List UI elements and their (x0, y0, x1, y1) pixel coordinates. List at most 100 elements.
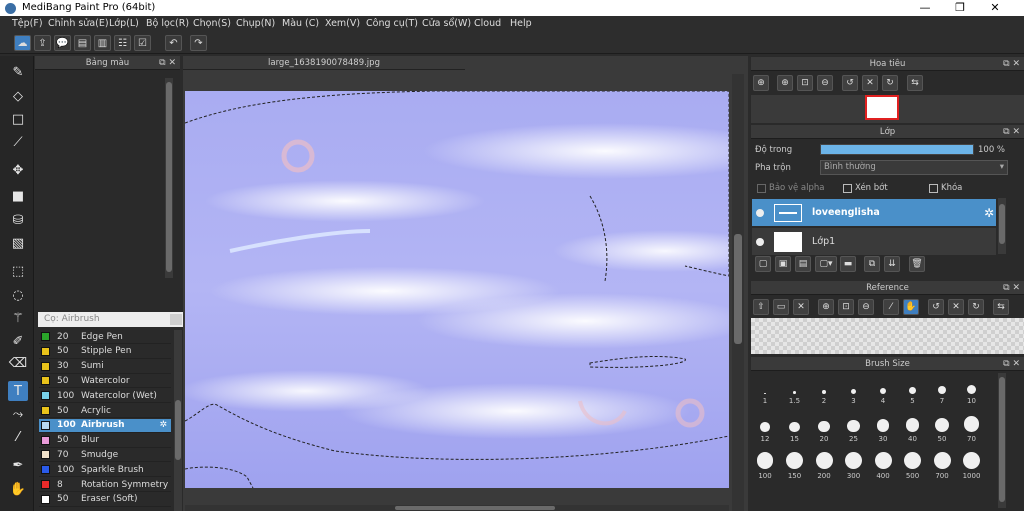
lock-checkbox[interactable] (929, 184, 938, 193)
zoom-in-icon[interactable]: ⊕ (777, 75, 793, 91)
layer-panel-controls-icon[interactable]: ⧉ ✕ (1003, 125, 1020, 139)
operation-tool-icon[interactable]: ⤳ (8, 404, 28, 424)
brush-item[interactable]: 100 Sparkle Brush (39, 463, 171, 478)
eyedropper-icon[interactable]: ⁄ (8, 427, 28, 447)
brush-size-scrollbar[interactable] (998, 373, 1006, 508)
menu-select[interactable]: Chọn(S) (193, 18, 231, 29)
brush-size-option[interactable]: 400 (869, 449, 897, 480)
protect-alpha-checkbox[interactable] (757, 184, 766, 193)
menu-filter[interactable]: Bộ lọc(R) (146, 18, 189, 29)
brush-size-option[interactable]: 20 (810, 412, 838, 443)
layer-row[interactable]: Lớp1 (752, 228, 996, 255)
rotate-right-icon[interactable]: ↻ (882, 75, 898, 91)
panel-icon[interactable]: ▤ (74, 35, 91, 51)
dot-pen-icon[interactable]: ⟋ (8, 132, 28, 152)
close-button[interactable]: ✕ (978, 0, 1012, 16)
new-layer-icon[interactable]: ▤ (795, 256, 811, 272)
rotate-right-icon[interactable]: ↻ (968, 299, 984, 315)
rotate-left-icon[interactable]: ↺ (928, 299, 944, 315)
hand-tool-icon[interactable]: ✋ (8, 479, 28, 499)
magic-wand-icon[interactable]: ⚚ (8, 308, 28, 328)
brush-size-option[interactable]: 5 (899, 374, 927, 405)
open-folder-icon[interactable]: ▭ (773, 299, 789, 315)
zoom-out-icon[interactable]: ⊖ (858, 299, 874, 315)
brush-size-option[interactable]: 1 (751, 374, 779, 405)
menu-cloud[interactable]: Cloud (474, 18, 501, 29)
brush-size-option[interactable]: 150 (781, 449, 809, 480)
menu-layer[interactable]: Lớp(L) (109, 18, 139, 29)
duplicate-layer-icon[interactable]: ⧉ (864, 256, 880, 272)
document-icon[interactable]: ▥ (94, 35, 111, 51)
zoom-out-icon[interactable]: ⊖ (817, 75, 833, 91)
brush-size-option[interactable]: 15 (781, 412, 809, 443)
brush-size-option[interactable]: 2 (810, 374, 838, 405)
redo-icon[interactable]: ↷ (190, 35, 207, 51)
list-icon[interactable]: ☷ (114, 35, 131, 51)
select-pen-icon[interactable]: ✐ (8, 331, 28, 351)
brush-size-option[interactable]: 40 (899, 412, 927, 443)
move-tool-icon[interactable]: ✥ (8, 160, 28, 180)
brush-size-option[interactable]: 1000 (958, 449, 986, 480)
comment-icon[interactable]: 💬 (54, 35, 71, 51)
merge-layer-icon[interactable]: ⇊ (884, 256, 900, 272)
menu-view[interactable]: Xem(V) (325, 18, 360, 29)
brush-item[interactable]: 30 Sumi (39, 360, 171, 374)
folder-icon[interactable]: ▬ (840, 256, 856, 272)
brush-size-option[interactable]: 3 (840, 374, 868, 405)
brush-size-option[interactable]: 10 (958, 374, 986, 405)
brush-size-option[interactable]: 1.5 (781, 374, 809, 405)
cloud-upload-icon[interactable]: ⇧ (753, 299, 769, 315)
brush-size-controls-icon[interactable]: ⧉ ✕ (1003, 357, 1020, 371)
color-panel-scrollbar[interactable] (165, 78, 173, 278)
hand-tool-icon[interactable]: ✋ (903, 299, 919, 315)
rectangle-tool-icon[interactable]: □ (8, 109, 28, 129)
new-layer-icon[interactable]: ▢ (755, 256, 771, 272)
select-rect-icon[interactable]: ⬚ (8, 261, 28, 281)
flip-icon[interactable]: ⇆ (907, 75, 923, 91)
brush-panel-menu-icon[interactable] (170, 314, 182, 325)
maximize-button[interactable]: ❐ (943, 0, 977, 16)
brush-item[interactable]: 70 Smudge (39, 448, 171, 463)
lasso-icon[interactable]: ◌ (8, 285, 28, 305)
menu-tools[interactable]: Công cụ(T) (366, 18, 418, 29)
menu-help[interactable]: Help (510, 18, 532, 29)
brush-item[interactable]: 50 Stipple Pen (39, 345, 171, 359)
reference-canvas[interactable] (751, 318, 1024, 354)
panel-controls-icon[interactable]: ⧉ ✕ (159, 56, 176, 70)
select-eraser-icon[interactable]: ⌫ (8, 353, 28, 373)
rotate-left-icon[interactable]: ↺ (842, 75, 858, 91)
menu-file[interactable]: Tệp(F) (12, 18, 43, 29)
undo-icon[interactable]: ↶ (165, 35, 182, 51)
delete-layer-icon[interactable]: 🗑 (909, 256, 925, 272)
navigator-controls-icon[interactable]: ⧉ ✕ (1003, 57, 1020, 71)
brush-size-option[interactable]: 700 (928, 449, 956, 480)
reset-icon[interactable]: ✕ (862, 75, 878, 91)
brush-size-option[interactable]: 200 (810, 449, 838, 480)
brush-size-option[interactable]: 30 (869, 412, 897, 443)
opacity-slider[interactable] (820, 144, 974, 155)
layer-scrollbar[interactable] (998, 198, 1006, 254)
menu-color[interactable]: Màu (C) (282, 18, 319, 29)
clipping-checkbox[interactable] (843, 184, 852, 193)
brush-size-option[interactable]: 500 (899, 449, 927, 480)
brush-size-option[interactable]: 50 (928, 412, 956, 443)
reference-controls-icon[interactable]: ⧉ ✕ (1003, 281, 1020, 295)
brush-settings-icon[interactable]: ✲ (159, 420, 167, 430)
eyedropper-icon[interactable]: ⁄ (883, 299, 899, 315)
navigator-preview[interactable] (751, 95, 1024, 123)
canvas-vertical-scrollbar[interactable] (732, 74, 744, 511)
layer-settings-icon[interactable]: ✲ (984, 206, 994, 220)
reset-icon[interactable]: ✕ (948, 299, 964, 315)
zoom-in-icon[interactable]: ⊕ (753, 75, 769, 91)
brush-item[interactable]: 50 Acrylic (39, 404, 171, 418)
zoom-in-icon[interactable]: ⊕ (818, 299, 834, 315)
brush-item[interactable]: 20 Edge Pen (39, 330, 171, 344)
layer-row[interactable]: loveenglisha ✲ (752, 199, 996, 226)
fit-window-icon[interactable]: ⊡ (838, 299, 854, 315)
checklist-icon[interactable]: ☑ (134, 35, 151, 51)
brush-size-option[interactable]: 25 (840, 412, 868, 443)
brush-list-scrollbar[interactable] (174, 330, 182, 511)
canvas-horizontal-scrollbar[interactable] (185, 505, 729, 511)
navigator-viewport[interactable] (865, 95, 899, 120)
drawing-canvas[interactable] (185, 91, 729, 488)
